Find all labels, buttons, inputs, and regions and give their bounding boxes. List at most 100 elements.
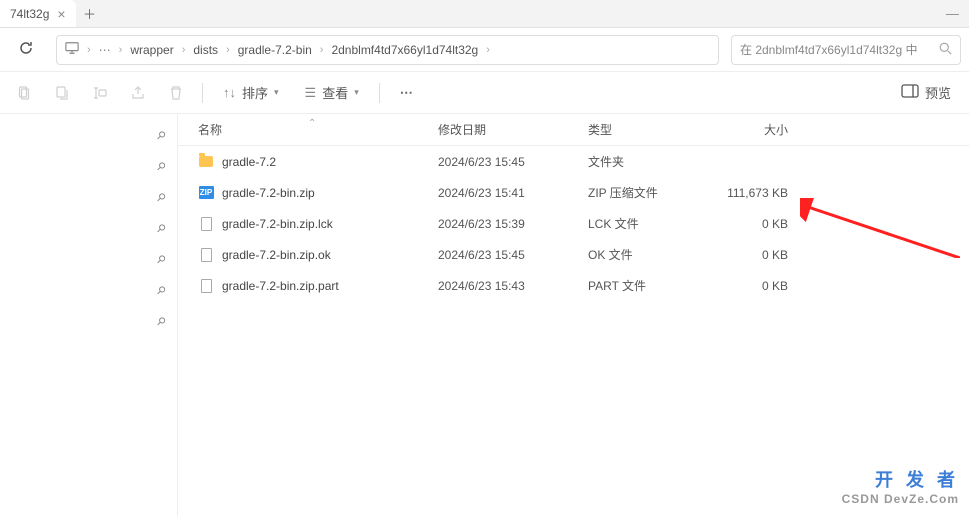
share-button[interactable] xyxy=(122,77,154,109)
main-area: ⚲ ⚲ ⚲ ⚲ ⚲ ⚲ ⚲ 名称 ⌃ 修改日期 类型 大小 gradle-7.2… xyxy=(0,114,969,516)
breadcrumb: › ⋯ › wrapper › dists › gradle-7.2-bin ›… xyxy=(56,35,719,65)
sort-label: 排序 xyxy=(242,83,268,102)
file-type: PART 文件 xyxy=(588,277,703,294)
search-input[interactable]: 在 2dnblmf4td7x66yl1d74lt32g 中 xyxy=(731,35,961,65)
tab-current[interactable]: 74lt32g × xyxy=(0,0,76,27)
search-icon xyxy=(939,42,952,58)
separator xyxy=(202,83,203,103)
column-header-name[interactable]: 名称 ⌃ xyxy=(178,121,438,138)
column-header-type[interactable]: 类型 xyxy=(588,121,703,138)
file-date: 2024/6/23 15:43 xyxy=(438,279,588,293)
file-date: 2024/6/23 15:41 xyxy=(438,186,588,200)
column-header-size[interactable]: 大小 xyxy=(703,121,788,138)
pin-row[interactable]: ⚲ xyxy=(0,120,177,151)
window-controls: — xyxy=(946,6,969,21)
file-name: gradle-7.2-bin.zip.part xyxy=(222,279,339,293)
chevron-right-icon: › xyxy=(486,44,490,56)
file-name-cell: ZIP gradle-7.2-bin.zip xyxy=(178,185,438,201)
file-name: gradle-7.2-bin.zip.ok xyxy=(222,248,331,262)
chevron-right-icon: › xyxy=(226,44,230,56)
doc-icon xyxy=(198,278,214,294)
doc-icon xyxy=(198,247,214,263)
sort-icon: ↑↓ xyxy=(223,85,236,100)
pin-icon: ⚲ xyxy=(154,252,169,267)
file-size: 0 KB xyxy=(703,279,788,293)
copy-button[interactable] xyxy=(46,77,78,109)
file-date: 2024/6/23 15:45 xyxy=(438,155,588,169)
breadcrumb-item[interactable]: wrapper xyxy=(130,43,173,57)
file-size: 111,673 KB xyxy=(703,186,788,200)
chevron-right-icon: › xyxy=(182,44,186,56)
file-row[interactable]: ZIP gradle-7.2-bin.zip 2024/6/23 15:41 Z… xyxy=(178,177,969,208)
tab-bar: 74lt32g × ＋ — xyxy=(0,0,969,28)
file-row[interactable]: gradle-7.2-bin.zip.part 2024/6/23 15:43 … xyxy=(178,270,969,301)
view-label: 查看 xyxy=(322,83,348,102)
preview-panel-button[interactable]: 预览 xyxy=(891,79,961,106)
file-row[interactable]: gradle-7.2 2024/6/23 15:45 文件夹 xyxy=(178,146,969,177)
zip-icon: ZIP xyxy=(198,185,214,201)
file-row[interactable]: gradle-7.2-bin.zip.lck 2024/6/23 15:39 L… xyxy=(178,208,969,239)
file-date: 2024/6/23 15:39 xyxy=(438,217,588,231)
table-header: 名称 ⌃ 修改日期 类型 大小 xyxy=(178,114,969,146)
chevron-right-icon: › xyxy=(87,44,91,56)
new-tab-button[interactable]: ＋ xyxy=(76,4,104,23)
overflow-icon[interactable]: ⋯ xyxy=(99,43,111,57)
more-button[interactable]: ⋯ xyxy=(390,81,425,105)
breadcrumb-item[interactable]: 2dnblmf4td7x66yl1d74lt32g xyxy=(331,43,478,57)
file-name-cell: gradle-7.2-bin.zip.ok xyxy=(178,247,438,263)
file-type: ZIP 压缩文件 xyxy=(588,184,703,201)
tab-title: 74lt32g xyxy=(10,7,49,21)
sort-indicator-icon: ⌃ xyxy=(308,118,316,129)
doc-icon xyxy=(198,216,214,232)
breadcrumb-item[interactable]: gradle-7.2-bin xyxy=(238,43,312,57)
file-type: OK 文件 xyxy=(588,246,703,263)
pin-icon: ⚲ xyxy=(154,128,169,143)
chevron-down-icon: ▾ xyxy=(354,87,359,98)
watermark-line1: 开 发 者 xyxy=(842,466,959,492)
pin-icon: ⚲ xyxy=(154,190,169,205)
rename-button[interactable] xyxy=(84,77,116,109)
file-row[interactable]: gradle-7.2-bin.zip.ok 2024/6/23 15:45 OK… xyxy=(178,239,969,270)
cut-button[interactable] xyxy=(8,77,40,109)
chevron-right-icon: › xyxy=(119,44,123,56)
file-name-cell: gradle-7.2-bin.zip.part xyxy=(178,278,438,294)
minimize-icon[interactable]: — xyxy=(946,6,959,21)
file-type: LCK 文件 xyxy=(588,215,703,232)
preview-icon xyxy=(901,84,919,101)
view-icon: ☰ xyxy=(305,85,317,101)
monitor-icon[interactable] xyxy=(65,41,79,58)
close-tab-icon[interactable]: × xyxy=(57,6,65,22)
file-date: 2024/6/23 15:45 xyxy=(438,248,588,262)
chevron-down-icon: ▾ xyxy=(274,87,279,98)
separator xyxy=(379,83,380,103)
delete-button[interactable] xyxy=(160,77,192,109)
column-header-date[interactable]: 修改日期 xyxy=(438,121,588,138)
file-name-cell: gradle-7.2-bin.zip.lck xyxy=(178,216,438,232)
pin-row[interactable]: ⚲ xyxy=(0,213,177,244)
file-size: 0 KB xyxy=(703,217,788,231)
refresh-button[interactable] xyxy=(8,34,44,65)
pin-icon: ⚲ xyxy=(154,283,169,298)
sidebar: ⚲ ⚲ ⚲ ⚲ ⚲ ⚲ ⚲ xyxy=(0,114,178,516)
sort-button[interactable]: ↑↓ 排序 ▾ xyxy=(213,79,289,106)
file-size: 0 KB xyxy=(703,248,788,262)
file-list: 名称 ⌃ 修改日期 类型 大小 gradle-7.2 2024/6/23 15:… xyxy=(178,114,969,516)
view-button[interactable]: ☰ 查看 ▾ xyxy=(295,79,369,106)
toolbar: › ⋯ › wrapper › dists › gradle-7.2-bin ›… xyxy=(0,28,969,72)
folder-icon xyxy=(198,154,214,170)
pin-icon: ⚲ xyxy=(154,221,169,236)
pin-row[interactable]: ⚲ xyxy=(0,182,177,213)
watermark-line2: CSDN DevZe.Com xyxy=(842,492,959,506)
file-type: 文件夹 xyxy=(588,153,703,170)
search-placeholder: 在 2dnblmf4td7x66yl1d74lt32g 中 xyxy=(740,41,917,58)
file-name: gradle-7.2 xyxy=(222,155,276,169)
pin-row[interactable]: ⚲ xyxy=(0,244,177,275)
file-name: gradle-7.2-bin.zip.lck xyxy=(222,217,333,231)
pin-row[interactable]: ⚲ xyxy=(0,306,177,337)
breadcrumb-item[interactable]: dists xyxy=(193,43,218,57)
pin-row[interactable]: ⚲ xyxy=(0,275,177,306)
pin-row[interactable]: ⚲ xyxy=(0,151,177,182)
file-name-cell: gradle-7.2 xyxy=(178,154,438,170)
watermark: 开 发 者 CSDN DevZe.Com xyxy=(842,466,959,506)
action-bar: ↑↓ 排序 ▾ ☰ 查看 ▾ ⋯ 预览 xyxy=(0,72,969,114)
